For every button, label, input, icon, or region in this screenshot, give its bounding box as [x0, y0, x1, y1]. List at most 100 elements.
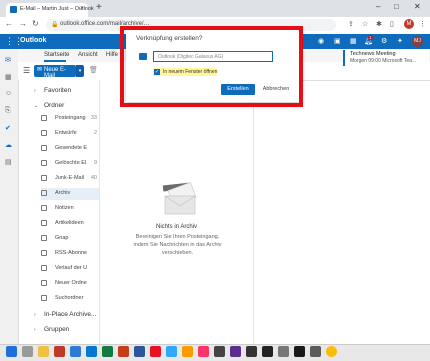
calendar-rail-icon[interactable]: ▦	[5, 73, 12, 81]
close-window-button[interactable]: ✕	[414, 2, 421, 11]
back-icon[interactable]: ←	[5, 19, 13, 28]
folder-item[interactable]: Notizen	[41, 203, 99, 215]
tab-close-icon[interactable]: ×	[80, 5, 84, 12]
apps-icon[interactable]: ▤	[5, 158, 12, 166]
teams-taskbar-icon[interactable]	[230, 346, 241, 357]
todo-icon[interactable]: ✔	[5, 124, 11, 132]
chevron-right-icon[interactable]: ›	[34, 312, 36, 318]
folder-label: Notizen	[55, 205, 74, 211]
skype-icon[interactable]: ◉	[318, 37, 324, 45]
folder-item[interactable]: Archiv	[41, 188, 99, 200]
mail-icon[interactable]: ✉	[5, 56, 11, 64]
teams-icon[interactable]: ▣	[334, 37, 341, 45]
taskbar-app-icon[interactable]	[294, 346, 305, 357]
folder-icon	[41, 115, 47, 121]
lightbulb-icon[interactable]: ✦	[397, 37, 403, 45]
folder-icon	[41, 220, 47, 226]
taskbar-app-icon[interactable]	[246, 346, 257, 357]
meeting-reminder[interactable]: Technews Meeting Morgen 09:00 Microsoft …	[343, 50, 429, 66]
taskbar-app-icon[interactable]	[22, 346, 33, 357]
outlook-favicon-icon	[10, 6, 17, 13]
illustrator-icon[interactable]	[182, 346, 193, 357]
browser-menu-icon[interactable]: ⋮	[419, 20, 426, 28]
new-mail-dropdown[interactable]: ▾	[76, 65, 84, 77]
folder-item[interactable]: Gnap	[41, 233, 99, 245]
group-groups[interactable]: Gruppen	[44, 326, 69, 333]
minimize-button[interactable]: –	[376, 2, 380, 11]
chevron-right-icon[interactable]: ›	[34, 88, 36, 94]
star-icon[interactable]: ☆	[362, 20, 368, 28]
tab-help[interactable]: Hilfe	[106, 52, 118, 58]
extensions-icon[interactable]: ✱	[376, 20, 382, 28]
highlight-frame	[120, 26, 303, 107]
folder-label: Verlauf der Un...	[55, 265, 87, 271]
folder-icon	[41, 175, 47, 181]
browser-profile-avatar[interactable]: M	[404, 19, 414, 29]
chrome-icon[interactable]	[326, 346, 337, 357]
new-mail-button[interactable]: ✉ Neue E-Mail	[34, 65, 76, 79]
chevron-right-icon[interactable]: ›	[34, 327, 36, 333]
terminal-icon[interactable]	[262, 346, 273, 357]
sidebar-icon[interactable]: ▯	[390, 20, 394, 28]
folder-item[interactable]: RSS-Abonnem...	[41, 248, 99, 260]
tab-view[interactable]: Ansicht	[78, 52, 98, 58]
delete-icon[interactable]: 🗑︎	[89, 66, 98, 74]
folder-item[interactable]: Entwürfe 2	[41, 128, 99, 140]
folder-count: 33	[90, 115, 97, 121]
acrobat-icon[interactable]	[150, 346, 161, 357]
user-avatar[interactable]: MJ	[412, 36, 423, 47]
forward-icon[interactable]: →	[19, 19, 27, 28]
taskbar-app-icon[interactable]	[54, 346, 65, 357]
folder-item[interactable]: Suchordner	[41, 293, 99, 305]
folder-label: Archiv	[55, 190, 71, 196]
empty-archive-illustration	[162, 181, 197, 215]
meeting-time: Morgen 09:00 Microsoft Tea...	[350, 58, 417, 64]
maximize-button[interactable]: □	[394, 2, 399, 11]
outlook-taskbar-icon[interactable]	[86, 346, 97, 357]
explorer-icon[interactable]	[38, 346, 49, 357]
taskbar-app-icon[interactable]	[214, 346, 225, 357]
folder-item[interactable]: Neuer Ordner ...	[41, 278, 99, 290]
group-folders[interactable]: Ordner	[44, 102, 64, 109]
folder-icon	[41, 190, 47, 196]
tab-start[interactable]: Startseite	[44, 52, 69, 58]
group-favorites[interactable]: Favoriten	[44, 87, 71, 94]
folder-label: Artikelideen	[55, 220, 84, 226]
calendar-icon[interactable]: ▦	[350, 37, 357, 45]
folder-icon	[41, 280, 47, 286]
folder-item[interactable]: Verlauf der Un...	[41, 263, 99, 275]
people-icon[interactable]: ☺	[5, 90, 12, 97]
gear-icon[interactable]: ⚙	[381, 37, 387, 45]
folder-item[interactable]: Gelöschte El... 9	[41, 158, 99, 170]
photoshop-icon[interactable]	[166, 346, 177, 357]
folder-item[interactable]: Artikelideen	[41, 218, 99, 230]
folder-item[interactable]: Posteingang 33	[41, 113, 99, 125]
folder-icon	[41, 145, 47, 151]
indesign-icon[interactable]	[198, 346, 209, 357]
folder-label: Gesendete Ele...	[55, 145, 87, 151]
excel-icon[interactable]	[102, 346, 113, 357]
word-icon[interactable]	[134, 346, 145, 357]
new-tab-button[interactable]: +	[96, 3, 102, 13]
reload-icon[interactable]: ↻	[32, 19, 39, 28]
notification-badge: 1	[368, 35, 373, 40]
attach-icon[interactable]: ⎘	[5, 107, 11, 115]
folder-icon	[41, 250, 47, 256]
share-icon[interactable]: ⇪	[348, 20, 354, 28]
folder-item[interactable]: Gesendete Ele...	[41, 143, 99, 155]
taskbar-app-icon[interactable]	[278, 346, 289, 357]
onedrive-icon[interactable]: ☁	[5, 141, 12, 149]
folder-icon	[41, 160, 47, 166]
empty-state-title: Nichts in Archiv	[155, 224, 197, 230]
start-icon[interactable]	[6, 346, 17, 357]
hamburger-icon[interactable]: ☰	[23, 66, 30, 75]
powerpoint-icon[interactable]	[118, 346, 129, 357]
folder-item[interactable]: Junk-E-Mail 40	[41, 173, 99, 185]
taskbar-app-icon[interactable]	[310, 346, 321, 357]
taskbar-app-icon[interactable]	[70, 346, 81, 357]
browser-tab[interactable]: E-Mail – Martin Just – Outlook ×	[6, 3, 94, 17]
folder-label: Junk-E-Mail	[55, 175, 85, 181]
chevron-down-icon[interactable]: ⌄	[34, 103, 38, 109]
folder-label: Suchordner	[55, 295, 84, 301]
group-in-place-archive[interactable]: In-Place Archive...	[44, 311, 96, 318]
